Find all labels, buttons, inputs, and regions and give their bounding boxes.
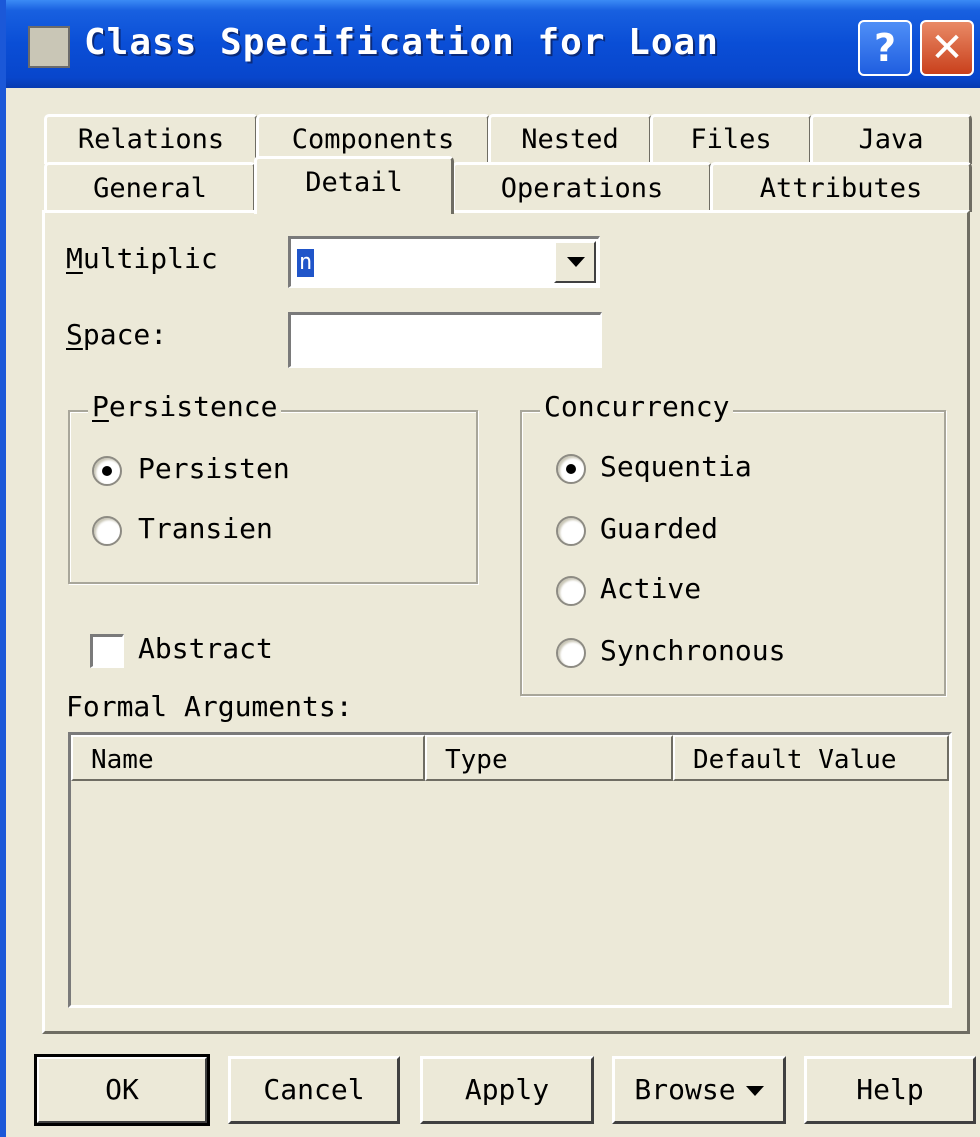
browse-label: Browse: [634, 1073, 736, 1106]
title-bar[interactable]: Class Specification for Loan ? ✕: [6, 0, 980, 88]
formal-arguments-table[interactable]: Name Type Default Value: [68, 732, 952, 1008]
formal-arguments-label: Formal Arguments:: [66, 690, 353, 723]
persistence-group: Persistence: [68, 390, 478, 584]
space-label: Space:: [66, 318, 168, 351]
multiplicity-label: Multiplic: [66, 242, 218, 275]
active-radio[interactable]: [556, 576, 586, 606]
transient-radio[interactable]: [92, 516, 122, 546]
tab-relations[interactable]: Relations: [44, 114, 258, 164]
dropdown-arrow-icon: [745, 1086, 764, 1096]
synchronous-label[interactable]: Synchronous: [600, 634, 785, 667]
abstract-label[interactable]: Abstract: [138, 632, 273, 665]
rose-app-icon: [28, 26, 70, 68]
column-header-type[interactable]: Type: [425, 735, 673, 781]
help-title-button[interactable]: ?: [858, 20, 912, 76]
guarded-label[interactable]: Guarded: [600, 512, 718, 545]
tab-java[interactable]: Java: [810, 114, 972, 164]
space-input[interactable]: [288, 312, 602, 368]
multiplicity-combobox[interactable]: n: [288, 236, 600, 288]
tab-files[interactable]: Files: [650, 114, 812, 164]
persistence-legend: Persistence: [88, 390, 282, 423]
column-header-default-value[interactable]: Default Value: [673, 735, 949, 781]
synchronous-radio[interactable]: [556, 638, 586, 668]
persistent-label[interactable]: Persisten: [138, 452, 290, 485]
cancel-button[interactable]: Cancel: [228, 1056, 400, 1124]
tab-general[interactable]: General: [44, 162, 256, 212]
apply-button[interactable]: Apply: [420, 1056, 594, 1124]
sequential-label[interactable]: Sequentia: [600, 450, 752, 483]
active-label[interactable]: Active: [600, 572, 701, 605]
close-button[interactable]: ✕: [920, 20, 974, 76]
window-title: Class Specification for Loan: [84, 22, 719, 63]
persistent-radio[interactable]: [92, 456, 122, 486]
browse-button[interactable]: Browse: [612, 1056, 786, 1124]
tab-attributes[interactable]: Attributes: [710, 162, 972, 212]
ok-button[interactable]: OK: [34, 1054, 210, 1126]
guarded-radio[interactable]: [556, 516, 586, 546]
tab-operations[interactable]: Operations: [452, 162, 712, 212]
concurrency-legend: Concurrency: [540, 390, 734, 423]
sequential-radio[interactable]: [556, 454, 586, 484]
multiplicity-value: n: [297, 249, 315, 277]
column-header-name[interactable]: Name: [71, 735, 425, 781]
abstract-checkbox[interactable]: [90, 634, 124, 668]
help-button[interactable]: Help: [804, 1056, 976, 1124]
chevron-down-icon[interactable]: [554, 241, 596, 283]
table-header: Name Type Default Value: [71, 735, 949, 781]
class-specification-dialog: Class Specification for Loan ? ✕ Relatio…: [0, 0, 980, 1137]
transient-label[interactable]: Transien: [138, 512, 273, 545]
tab-nested[interactable]: Nested: [488, 114, 652, 164]
tab-detail[interactable]: Detail: [254, 156, 454, 214]
